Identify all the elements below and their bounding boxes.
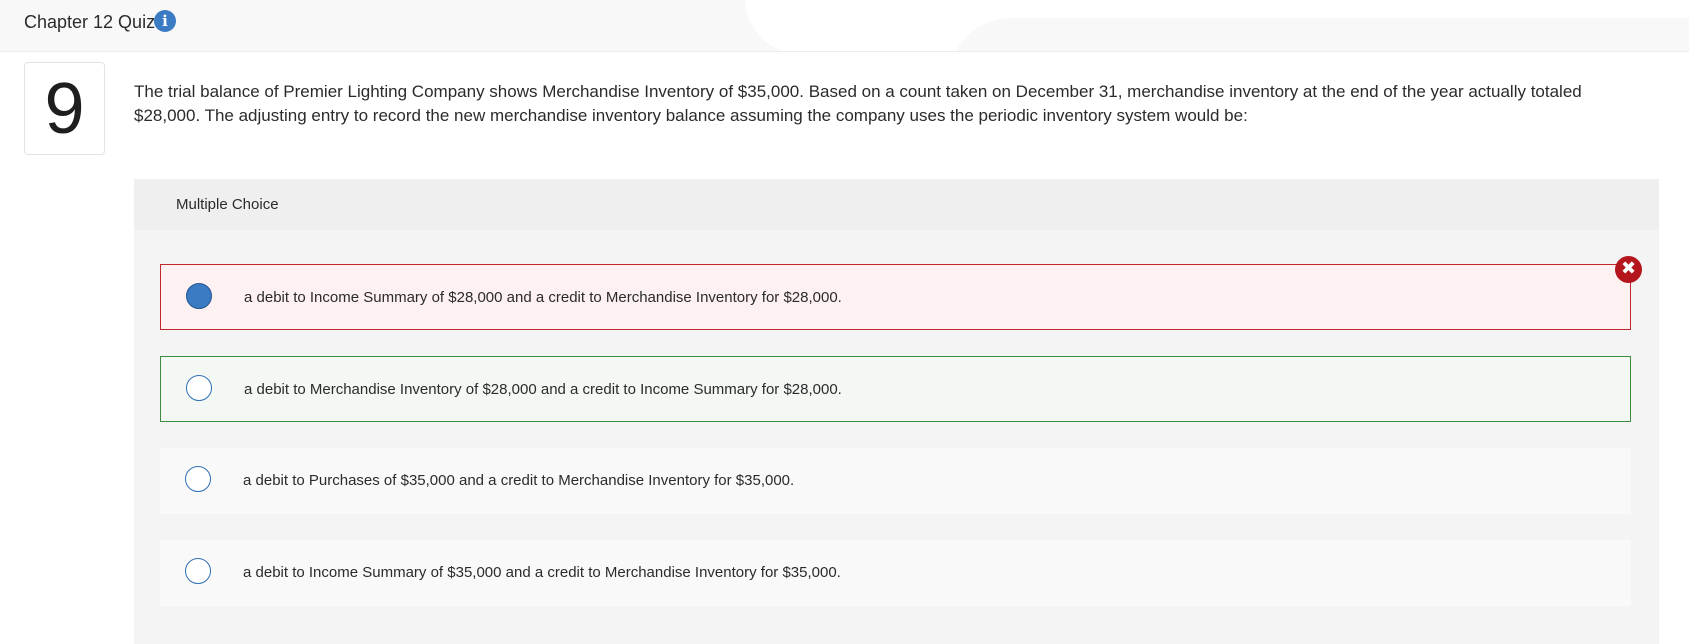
radio-button[interactable] [185, 558, 211, 584]
radio-button-selected[interactable] [186, 283, 212, 309]
radio-button[interactable] [186, 375, 212, 401]
choice-text: a debit to Merchandise Inventory of $28,… [244, 381, 842, 398]
quiz-title: Chapter 12 Quiz [24, 12, 156, 32]
question-number: 9 [44, 69, 85, 149]
info-icon[interactable]: i [154, 10, 176, 32]
multiple-choice-header: Multiple Choice [134, 179, 1659, 230]
close-icon: ✖ [1615, 256, 1642, 283]
choice-option-3[interactable]: a debit to Purchases of $35,000 and a cr… [160, 448, 1631, 514]
choice-text: a debit to Purchases of $35,000 and a cr… [243, 472, 795, 489]
multiple-choice-label: Multiple Choice [176, 196, 279, 213]
choice-option-2[interactable]: a debit to Merchandise Inventory of $28,… [160, 356, 1631, 422]
multiple-choice-panel: Multiple Choice a debit to Income Summar… [134, 179, 1659, 644]
choice-text: a debit to Income Summary of $35,000 and… [243, 564, 841, 581]
header-decoration [950, 18, 1689, 51]
question-number-box: 9 [24, 62, 105, 155]
choice-option-4[interactable]: a debit to Income Summary of $35,000 and… [160, 540, 1631, 606]
question-prompt: The trial balance of Premier Lighting Co… [134, 82, 1582, 125]
choice-text: a debit to Income Summary of $28,000 and… [244, 289, 842, 306]
radio-button[interactable] [185, 466, 211, 492]
choice-option-1[interactable]: a debit to Income Summary of $28,000 and… [160, 264, 1631, 330]
top-bar: Chapter 12 Quiz i [0, 0, 1689, 52]
